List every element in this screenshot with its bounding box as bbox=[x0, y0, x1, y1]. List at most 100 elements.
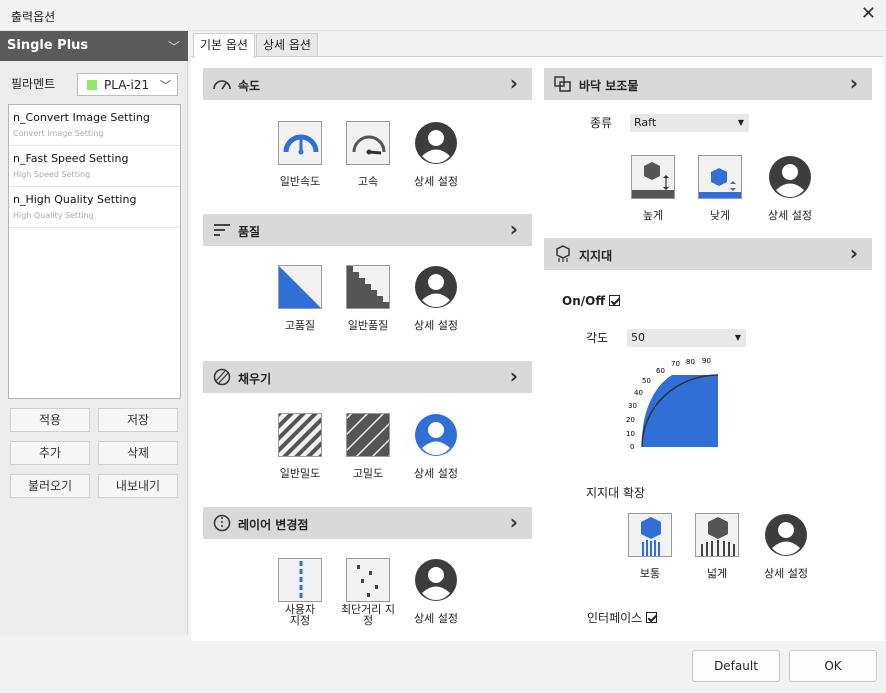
support-icon bbox=[556, 245, 570, 262]
user-icon bbox=[414, 265, 458, 309]
chevron-right-icon: › bbox=[509, 510, 518, 534]
printer-selector[interactable]: Single Plus ﹀ bbox=[0, 31, 188, 61]
profile-title: n_High Quality Setting bbox=[13, 193, 137, 206]
raft-high-icon bbox=[631, 155, 675, 199]
tab-basic-options[interactable]: 기본 옵션 bbox=[193, 33, 255, 58]
raft-high-option[interactable]: 높게 bbox=[624, 155, 682, 223]
tick-label: 20 bbox=[626, 416, 635, 424]
layer-detail-label: 상세 설정 bbox=[414, 612, 458, 625]
support-angle-label: 각도 bbox=[586, 331, 609, 345]
support-expand-wide-icon bbox=[695, 513, 739, 557]
user-icon bbox=[764, 513, 808, 557]
raft-type-dropdown[interactable]: Raft ▼ bbox=[630, 114, 749, 132]
support-interface-checkbox[interactable] bbox=[646, 612, 658, 623]
layer-section-header[interactable]: 레이어 변경점 › bbox=[203, 507, 532, 539]
quality-detail-option[interactable]: 상세 설정 bbox=[407, 265, 465, 333]
apply-button[interactable]: 적용 bbox=[10, 408, 90, 432]
save-button[interactable]: 저장 bbox=[98, 408, 178, 432]
support-onoff-checkbox[interactable] bbox=[609, 295, 621, 306]
dropdown-arrow-icon: ▼ bbox=[737, 118, 744, 127]
angle-fill bbox=[641, 375, 718, 447]
list-item[interactable]: n_Fast Speed Setting High Speed Setting bbox=[9, 146, 180, 187]
tick-label: 30 bbox=[628, 402, 637, 410]
speed-section-header[interactable]: 속도 › bbox=[203, 68, 532, 100]
filament-color-swatch bbox=[87, 80, 97, 90]
filament-label: 필라멘트 bbox=[11, 77, 56, 91]
support-angle-gauge: 0 10 20 30 40 50 60 70 80 90 bbox=[626, 357, 719, 450]
support-expand-normal-option[interactable]: 보통 bbox=[621, 513, 679, 581]
add-button[interactable]: 추가 bbox=[10, 441, 90, 465]
high-quality-option[interactable]: 고품질 bbox=[271, 265, 329, 333]
normal-density-icon bbox=[278, 413, 322, 457]
user-icon bbox=[414, 558, 458, 602]
chevron-right-icon: › bbox=[849, 71, 858, 95]
quality-section-header[interactable]: 품질 › bbox=[203, 214, 532, 246]
ok-button[interactable]: OK bbox=[789, 650, 877, 682]
high-density-option[interactable]: 고밀도 bbox=[339, 413, 397, 481]
speedometer-icon bbox=[213, 80, 231, 90]
profile-subtitle: Convert Image Setting bbox=[13, 129, 104, 138]
support-interface-text: 인터페이스 bbox=[587, 611, 643, 625]
chevron-right-icon: › bbox=[509, 217, 518, 241]
support-expand-label: 지지대 확장 bbox=[586, 486, 646, 500]
normal-quality-label: 일반품질 bbox=[347, 319, 389, 332]
default-button[interactable]: Default bbox=[692, 650, 780, 682]
raft-low-option[interactable]: 낮게 bbox=[691, 155, 749, 223]
normal-density-label: 일반밀도 bbox=[279, 467, 321, 480]
title-bar: 출력옵션 ✕ bbox=[0, 0, 886, 31]
support-detail-option[interactable]: 상세 설정 bbox=[757, 513, 815, 581]
user-icon bbox=[414, 121, 458, 165]
filament-select[interactable]: PLA-i21 ﹀ bbox=[77, 73, 178, 96]
tick-label: 60 bbox=[656, 367, 665, 375]
raft-title: 바닥 보조물 bbox=[579, 79, 639, 93]
support-angle-dropdown[interactable]: 50 ▼ bbox=[627, 329, 746, 347]
support-expand-wide-option[interactable]: 넓게 bbox=[688, 513, 746, 581]
close-icon[interactable]: ✕ bbox=[861, 5, 876, 23]
support-section-header[interactable]: 지지대 › bbox=[544, 238, 872, 270]
normal-quality-option[interactable]: 일반품질 bbox=[339, 265, 397, 333]
shortest-seam-option[interactable]: 최단거리 지 정 bbox=[339, 558, 397, 626]
list-item[interactable]: n_Convert Image Setting Convert Image Se… bbox=[9, 105, 180, 146]
quality-detail-label: 상세 설정 bbox=[414, 319, 458, 332]
layer-detail-option[interactable]: 상세 설정 bbox=[407, 558, 465, 626]
profile-title: n_Convert Image Setting bbox=[13, 111, 150, 124]
normal-speed-option[interactable]: 일반속도 bbox=[271, 121, 329, 189]
raft-detail-option[interactable]: 상세 설정 bbox=[761, 155, 819, 223]
user-defined-seam-option[interactable]: 사용자 지정 bbox=[271, 558, 329, 626]
tab-detail-options[interactable]: 상세 옵션 bbox=[256, 33, 318, 57]
chevron-right-icon: › bbox=[509, 364, 518, 388]
raft-detail-label: 상세 설정 bbox=[768, 209, 812, 222]
speed-detail-option[interactable]: 상세 설정 bbox=[407, 121, 465, 189]
support-onoff-label: On/Off bbox=[562, 294, 621, 308]
profile-list: n_Convert Image Setting Convert Image Se… bbox=[8, 104, 181, 399]
raft-section-header[interactable]: 바닥 보조물 › bbox=[544, 68, 872, 100]
raft-type-value: Raft bbox=[634, 116, 657, 129]
support-expand-normal-label: 보통 bbox=[639, 567, 661, 580]
window-title: 출력옵션 bbox=[11, 10, 56, 24]
printer-name: Single Plus bbox=[7, 38, 89, 53]
tick-label: 80 bbox=[686, 358, 695, 366]
user-icon bbox=[768, 155, 812, 199]
normal-speed-icon bbox=[278, 121, 322, 165]
speed-detail-label: 상세 설정 bbox=[414, 175, 458, 188]
high-speed-option[interactable]: 고속 bbox=[339, 121, 397, 189]
tick-label: 70 bbox=[671, 360, 680, 368]
infill-detail-option[interactable]: 상세 설정 bbox=[407, 413, 465, 481]
high-density-icon bbox=[346, 413, 390, 457]
support-angle-value: 50 bbox=[631, 331, 645, 344]
infill-section-header[interactable]: 채우기 › bbox=[203, 361, 532, 393]
profile-subtitle: High Quality Setting bbox=[13, 211, 94, 220]
normal-density-option[interactable]: 일반밀도 bbox=[271, 413, 329, 481]
left-panel: Single Plus ﹀ 필라멘트 PLA-i21 ﹀ n_Convert I… bbox=[0, 31, 188, 635]
export-button[interactable]: 내보내기 bbox=[98, 474, 178, 498]
hatch-circle-icon bbox=[213, 368, 231, 386]
list-item[interactable]: n_High Quality Setting High Quality Sett… bbox=[9, 187, 180, 228]
support-detail-label: 상세 설정 bbox=[764, 567, 808, 580]
shortest-seam-icon bbox=[346, 558, 390, 602]
tick-label: 10 bbox=[626, 430, 635, 438]
filament-value: PLA-i21 bbox=[104, 78, 150, 92]
speed-title: 속도 bbox=[238, 79, 261, 93]
delete-button[interactable]: 삭제 bbox=[98, 441, 178, 465]
load-button[interactable]: 불러오기 bbox=[10, 474, 90, 498]
support-expand-wide-label: 넓게 bbox=[706, 567, 728, 580]
